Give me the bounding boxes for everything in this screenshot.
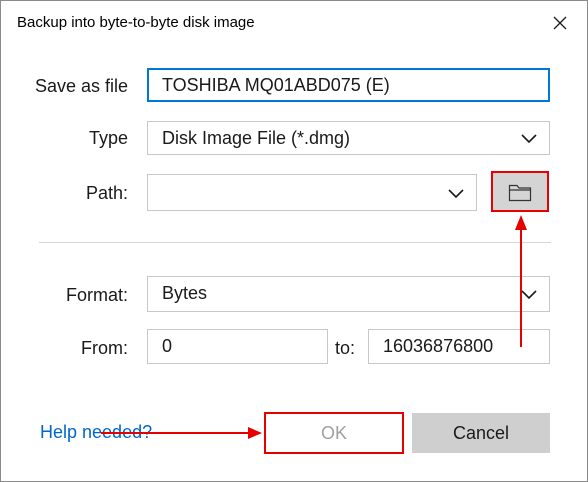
ok-button[interactable]: OK — [264, 412, 404, 454]
cancel-button[interactable]: Cancel — [412, 413, 550, 453]
to-input[interactable]: 16036876800 — [368, 329, 550, 364]
path-select[interactable] — [147, 174, 477, 211]
format-select[interactable]: Bytes — [147, 276, 550, 312]
from-input[interactable]: 0 — [147, 329, 328, 364]
chevron-down-icon — [521, 290, 537, 300]
backup-dialog: Backup into byte-to-byte disk image Save… — [0, 0, 588, 482]
separator — [39, 242, 551, 243]
type-label: Type — [88, 128, 128, 148]
folder-icon — [508, 184, 532, 201]
type-select[interactable]: Disk Image File (*.dmg) — [147, 121, 550, 155]
browse-folder-button[interactable] — [491, 171, 549, 212]
path-label: Path: — [85, 183, 128, 203]
help-link[interactable]: Help needed? — [40, 422, 152, 443]
close-icon — [553, 16, 567, 30]
format-select-value: Bytes — [162, 283, 208, 303]
format-label: Format: — [65, 285, 128, 305]
save-as-input[interactable]: TOSHIBA MQ01ABD075 (E) — [147, 68, 550, 102]
title-bar: Backup into byte-to-byte disk image — [1, 1, 587, 45]
close-button[interactable] — [541, 5, 579, 41]
chevron-down-icon — [448, 189, 464, 199]
from-label: From: — [81, 338, 128, 358]
type-select-value: Disk Image File (*.dmg) — [162, 128, 351, 148]
chevron-down-icon — [521, 134, 537, 144]
to-label: to: — [335, 338, 356, 358]
dialog-title: Backup into byte-to-byte disk image — [17, 14, 255, 31]
save-as-label: Save as file — [34, 76, 128, 96]
